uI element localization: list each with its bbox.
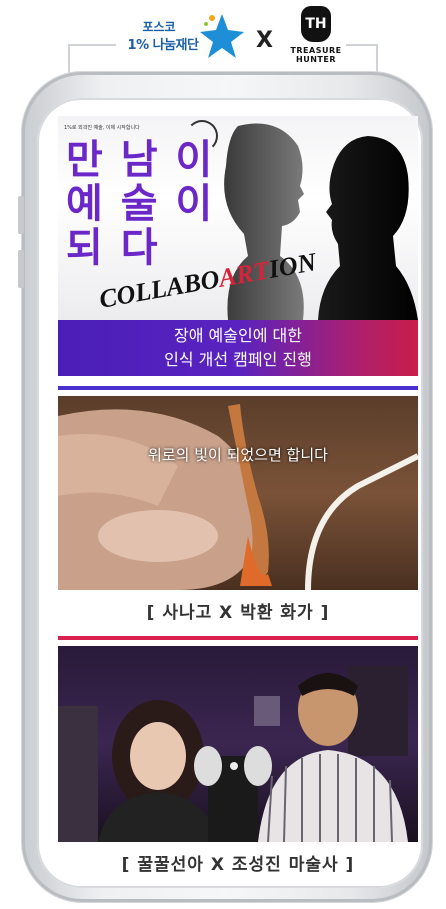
th-emblem: TH [301,6,331,42]
poster-title-line1: 만 남 이 [66,137,215,183]
header-line-right [346,44,376,46]
poster-title-line2: 예 술 이 [66,181,215,227]
divider-purple [58,386,418,390]
poster-small-text: 1%로 외곽진 예술, 이제 시작합니다 [64,125,140,131]
star-icon [200,14,244,58]
phone-side-button-2 [18,250,24,288]
posco-logo-line1: 포스코 [142,20,176,34]
header-corner-right [376,44,378,74]
hand-image [58,404,418,590]
campaign-poster[interactable]: 1%로 외곽진 예술, 이제 시작합니다 만 남 이 예 술 이 되 다 COL… [58,116,418,320]
header-corner-left [68,44,70,74]
posco-foundation-logo: 포스코 1% 나눔재단 [118,6,244,62]
video2-caption: [ 꿀꿀선아 X 조성진 마술사 ] [121,855,355,875]
banner-line2: 인식 개선 캠페인 진행 [164,350,312,369]
video1-caption: [ 사나고 X 박환 화가 ] [146,603,330,623]
poster-title: 만 남 이 예 술 이 되 다 [66,138,216,270]
th-line1: TREASURE [290,46,342,55]
video-thumbnail-2[interactable] [58,646,418,842]
video1-subtitle: 위로의 빛이 되었으면 합니다 [148,446,328,464]
phone-side-button-1 [18,196,24,234]
collab-x-mark: X [256,28,273,53]
poster-collab-a: COLLABO [97,264,222,314]
banner-line1: 장애 예술인에 대한 [174,326,302,345]
people-image [58,666,408,842]
campaign-banner: 장애 예술인에 대한 인식 개선 캠페인 진행 [58,320,418,376]
header-line-left [70,44,116,46]
th-initials: TH [305,16,327,32]
video-thumbnail-1[interactable]: 위로의 빛이 되었으면 합니다 [58,396,418,590]
th-line2: HUNTER [296,55,336,64]
treasure-hunter-logo: TH TREASURE HUNTER [288,6,344,76]
posco-logo-line2: 1% 나눔재단 [127,38,199,53]
divider-red [58,636,418,640]
poster-title-line3: 되 다 [66,225,160,271]
